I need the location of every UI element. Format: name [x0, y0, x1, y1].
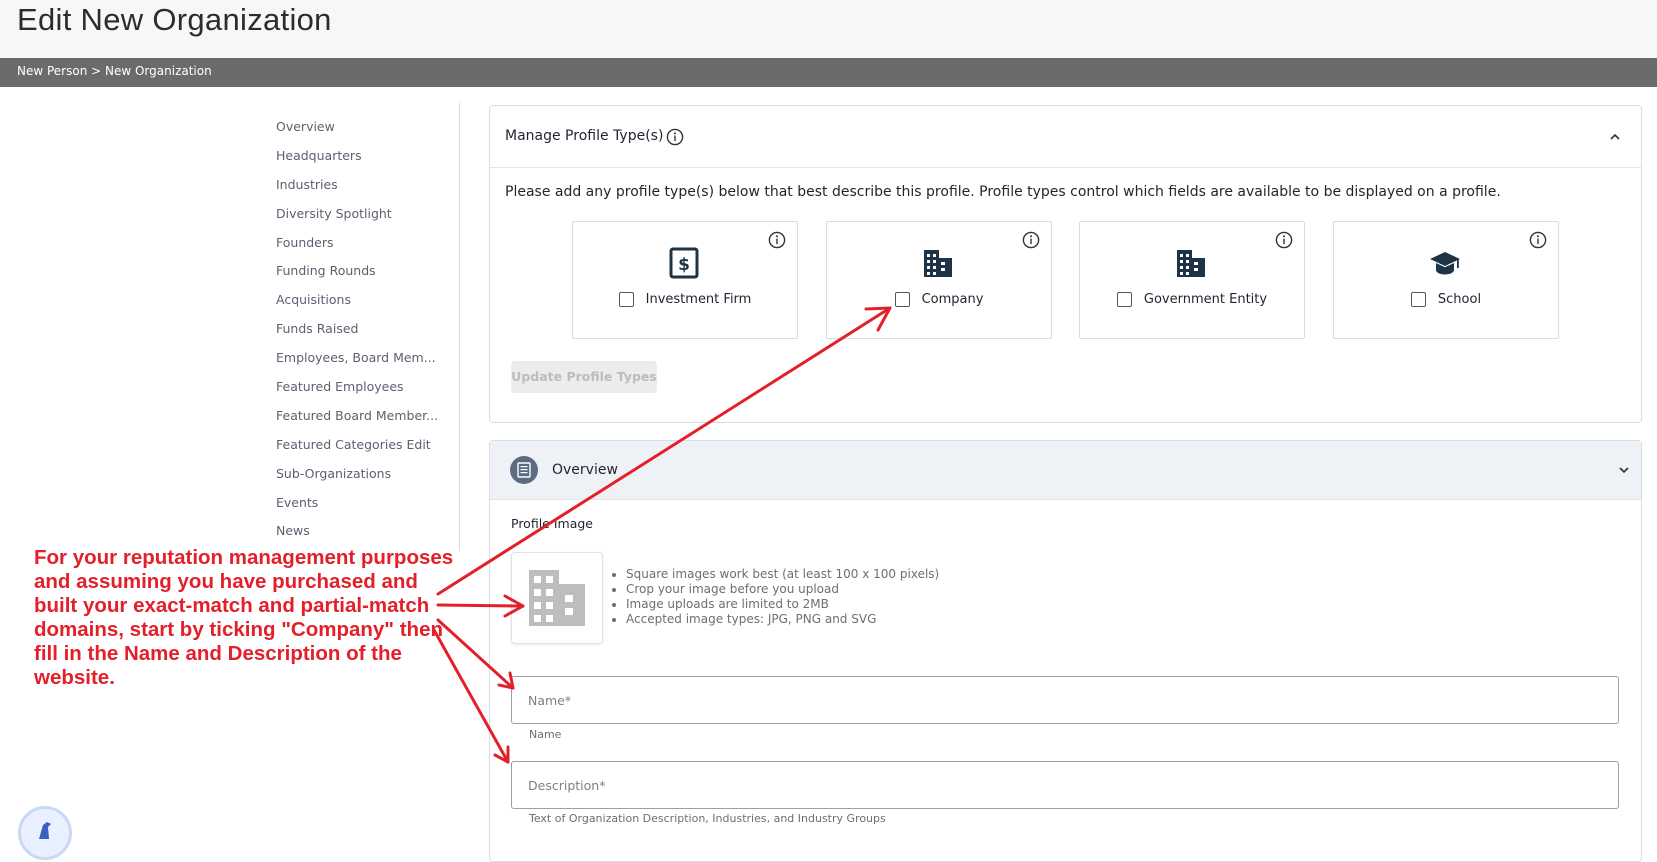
- name-field[interactable]: [511, 676, 1619, 724]
- building-icon: [921, 246, 955, 280]
- sidebar-item-news[interactable]: News: [276, 517, 456, 546]
- profile-type-government-entity[interactable]: Government Entity: [1079, 221, 1305, 339]
- breadcrumb[interactable]: New Person > New Organization: [17, 64, 212, 78]
- profile-image-label: Profile Image: [511, 516, 593, 531]
- annotation-text: For your reputation management purposes …: [34, 546, 454, 689]
- overview-header[interactable]: Overview: [490, 441, 1641, 500]
- breadcrumb-bar: New Person > New Organization: [0, 58, 1657, 87]
- sidebar-item-featured-board-members[interactable]: Featured Board Member...: [276, 402, 456, 431]
- sidebar-divider: [459, 103, 460, 551]
- sidebar-nav: Overview Headquarters Industries Diversi…: [276, 113, 456, 546]
- info-icon[interactable]: [1275, 231, 1293, 249]
- description-input[interactable]: [526, 762, 1610, 808]
- chevron-down-icon[interactable]: [1617, 463, 1631, 477]
- profile-types-header[interactable]: Manage Profile Type(s): [490, 106, 1641, 168]
- sidebar-item-sub-organizations[interactable]: Sub-Organizations: [276, 460, 456, 489]
- name-input[interactable]: [526, 677, 1610, 723]
- page-title: Edit New Organization: [17, 2, 332, 37]
- company-checkbox[interactable]: [894, 292, 910, 307]
- image-tips-list: Square images work best (at least 100 x …: [612, 567, 939, 627]
- sidebar-item-employees-board-members[interactable]: Employees, Board Mem...: [276, 344, 456, 373]
- sidebar-item-diversity-spotlight[interactable]: Diversity Spotlight: [276, 200, 456, 229]
- overview-card: Overview Profile Image Square images wor…: [489, 440, 1642, 862]
- building-icon: [1174, 246, 1208, 280]
- sidebar-item-featured-categories-edit[interactable]: Featured Categories Edit: [276, 431, 456, 460]
- profile-type-company[interactable]: Company: [826, 221, 1052, 339]
- profile-types-description: Please add any profile type(s) below tha…: [505, 184, 1501, 200]
- description-field[interactable]: [511, 761, 1619, 809]
- info-icon[interactable]: [666, 128, 684, 146]
- investment-firm-label: Investment Firm: [645, 292, 752, 307]
- image-tip: Square images work best (at least 100 x …: [626, 567, 939, 582]
- graduation-cap-icon: [1428, 246, 1462, 280]
- description-helper-text: Text of Organization Description, Indust…: [529, 812, 886, 825]
- sidebar-item-overview[interactable]: Overview: [276, 113, 456, 142]
- government-entity-checkbox[interactable]: [1116, 292, 1132, 307]
- profile-types-title: Manage Profile Type(s): [505, 128, 664, 144]
- profile-types-card: Manage Profile Type(s) Please add any pr…: [489, 105, 1642, 423]
- name-helper-text: Name: [529, 728, 562, 741]
- image-tip: Crop your image before you upload: [626, 582, 939, 597]
- sidebar-item-funds-raised[interactable]: Funds Raised: [276, 315, 456, 344]
- profile-type-investment-firm[interactable]: $ Investment Firm: [572, 221, 798, 339]
- school-checkbox[interactable]: [1410, 292, 1426, 307]
- svg-text:$: $: [678, 255, 690, 275]
- school-label: School: [1437, 292, 1482, 307]
- update-profile-types-button[interactable]: Update Profile Types: [511, 361, 657, 393]
- dollar-icon: $: [667, 246, 701, 280]
- sidebar-item-featured-employees[interactable]: Featured Employees: [276, 373, 456, 402]
- info-icon[interactable]: [1529, 231, 1547, 249]
- sidebar-item-headquarters[interactable]: Headquarters: [276, 142, 456, 171]
- sidebar-item-funding-rounds[interactable]: Funding Rounds: [276, 257, 456, 286]
- investment-firm-checkbox[interactable]: [618, 292, 634, 307]
- image-tip: Accepted image types: JPG, PNG and SVG: [626, 612, 939, 627]
- sidebar-item-industries[interactable]: Industries: [276, 171, 456, 200]
- page-header: Edit New Organization: [0, 0, 1657, 58]
- image-tip: Image uploads are limited to 2MB: [626, 597, 939, 612]
- info-icon[interactable]: [1022, 231, 1040, 249]
- info-icon[interactable]: [768, 231, 786, 249]
- sidebar-item-events[interactable]: Events: [276, 489, 456, 518]
- profile-type-school[interactable]: School: [1333, 221, 1559, 339]
- sidebar-item-founders[interactable]: Founders: [276, 229, 456, 258]
- document-icon: [510, 456, 538, 484]
- building-placeholder-icon: [529, 570, 585, 626]
- government-entity-label: Government Entity: [1143, 292, 1268, 307]
- chevron-up-icon[interactable]: [1608, 130, 1622, 144]
- assistant-icon: [39, 822, 51, 839]
- company-label: Company: [921, 292, 984, 307]
- profile-image-upload[interactable]: [511, 552, 603, 644]
- sidebar-item-acquisitions[interactable]: Acquisitions: [276, 286, 456, 315]
- overview-title: Overview: [552, 462, 618, 478]
- help-widget-button[interactable]: [18, 806, 72, 860]
